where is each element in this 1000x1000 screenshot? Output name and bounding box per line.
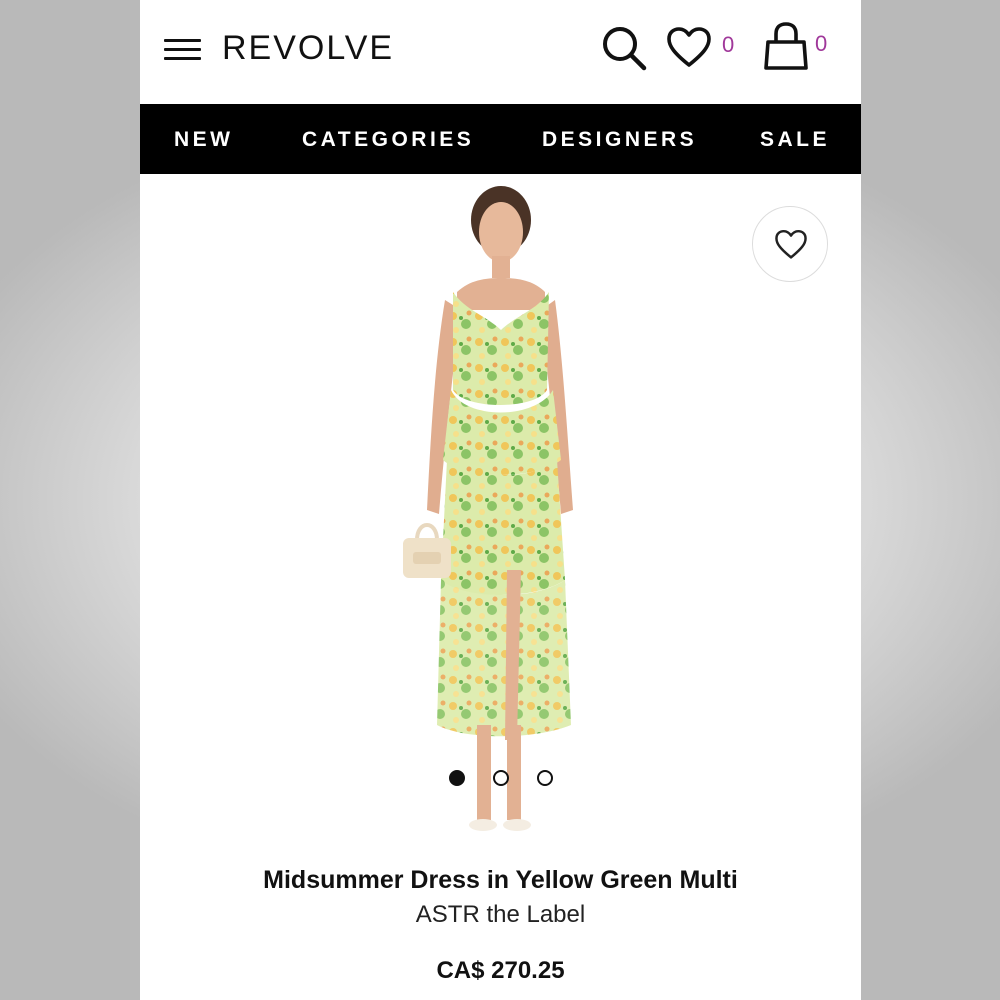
nav-item-categories[interactable]: CATEGORIES [302, 104, 474, 174]
wishlist-count: 0 [722, 32, 735, 57]
product-title: Midsummer Dress in Yellow Green Multi [263, 866, 738, 894]
add-to-wishlist-button[interactable] [752, 206, 828, 282]
search-icon [603, 27, 647, 71]
shopping-bag-button[interactable]: 0 [762, 22, 827, 74]
wishlist-button[interactable]: 0 [664, 24, 734, 72]
heart-icon [667, 27, 711, 67]
nav-item-new[interactable]: NEW [174, 104, 234, 174]
product-image [403, 186, 573, 831]
product-image-carousel[interactable] [140, 174, 861, 854]
search-button[interactable] [600, 24, 648, 72]
menu-button[interactable] [164, 39, 201, 61]
bag-count: 0 [815, 31, 828, 56]
site-logo[interactable]: REVOLVE [222, 28, 394, 68]
carousel-dot-2[interactable] [493, 770, 509, 786]
heart-outline-icon [775, 229, 807, 259]
main-navigation: NEW CATEGORIES DESIGNERS SALE [140, 104, 861, 174]
product-price: CA$ 270.25 [436, 957, 565, 984]
carousel-dot-1[interactable] [449, 770, 465, 786]
bag-icon [764, 22, 808, 70]
nav-item-designers[interactable]: DESIGNERS [542, 104, 697, 174]
nav-item-sale[interactable]: SALE [760, 104, 830, 174]
site-header: REVOLVE 0 0 [140, 0, 861, 104]
carousel-dot-3[interactable] [537, 770, 553, 786]
phone-screen: REVOLVE 0 0 NEW CATEGORIES DESIGNERS SAL… [140, 0, 861, 1000]
carousel-pagination [140, 770, 861, 790]
product-brand-link[interactable]: ASTR the Label [140, 901, 861, 929]
